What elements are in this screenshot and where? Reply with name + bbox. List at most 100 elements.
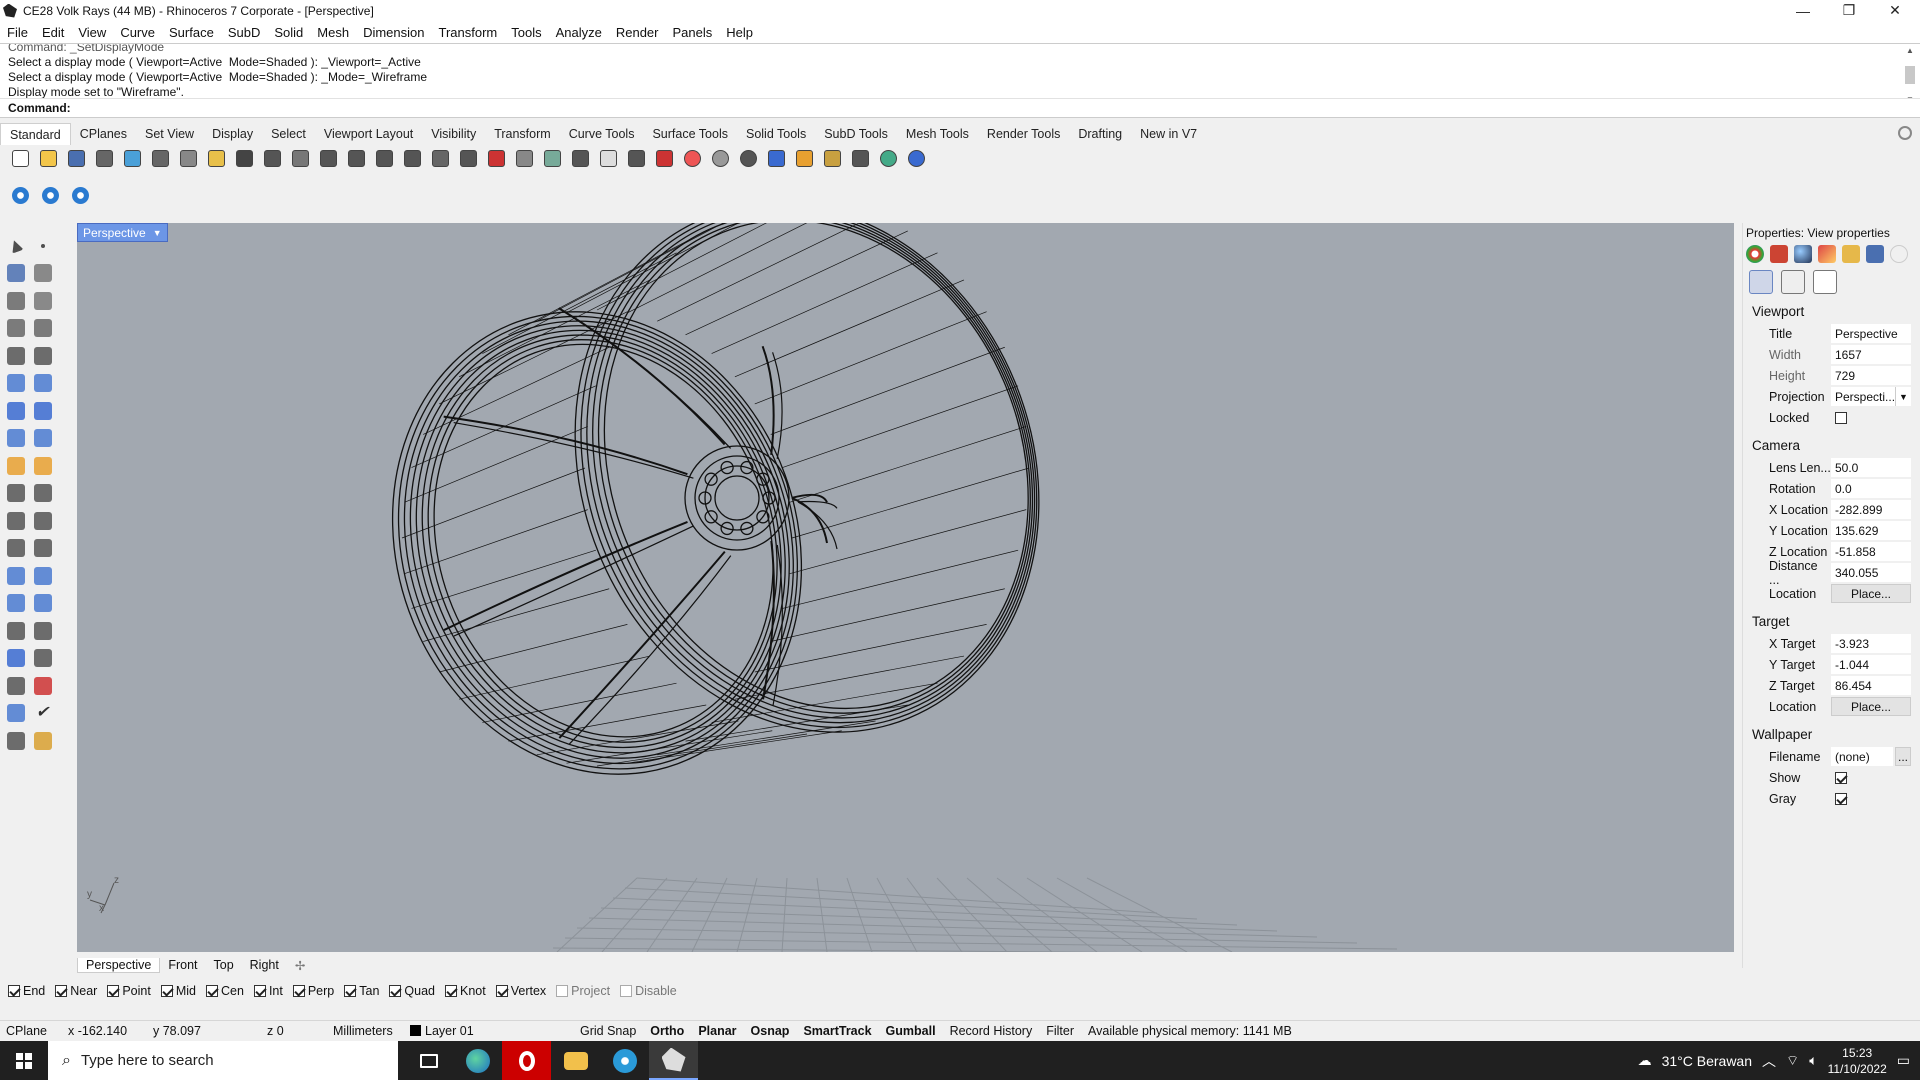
- block-icon[interactable]: [2, 617, 29, 645]
- tab-viewport-layout[interactable]: Viewport Layout: [315, 123, 422, 145]
- z-location-field[interactable]: -51.858: [1831, 542, 1911, 561]
- polyline-icon[interactable]: [2, 260, 29, 288]
- osnap-checkbox[interactable]: [344, 985, 357, 997]
- gumball-icon[interactable]: [29, 672, 56, 700]
- point-icon[interactable]: [29, 232, 56, 260]
- toggle-planar[interactable]: Planar: [698, 1024, 736, 1038]
- globe-icon[interactable]: [876, 146, 901, 170]
- object-properties-icon[interactable]: [1746, 245, 1764, 263]
- clock[interactable]: 15:23 11/10/2022: [1828, 1045, 1887, 1077]
- mesh-icon[interactable]: [2, 452, 29, 480]
- notification-icon[interactable]: ▭: [1897, 1052, 1910, 1069]
- light-icon[interactable]: [596, 146, 621, 170]
- camera-place-button[interactable]: Place...: [1831, 584, 1911, 603]
- target-place-button[interactable]: Place...: [1831, 697, 1911, 716]
- grid-array-icon[interactable]: [2, 672, 29, 700]
- menu-transform[interactable]: Transform: [431, 25, 504, 40]
- tab-set-view[interactable]: Set View: [136, 123, 203, 145]
- osnap-disable[interactable]: Disable: [620, 984, 677, 998]
- browser-icon[interactable]: [600, 1041, 649, 1080]
- units-label[interactable]: Millimeters: [333, 1024, 410, 1038]
- pan-icon[interactable]: [260, 146, 285, 170]
- ellipse-icon[interactable]: [29, 287, 56, 315]
- zoom-window-icon[interactable]: [344, 146, 369, 170]
- ruler-icon[interactable]: [29, 645, 56, 673]
- curve-icon[interactable]: [29, 260, 56, 288]
- bbox-icon[interactable]: [2, 645, 29, 673]
- color-wheel-icon[interactable]: [680, 146, 705, 170]
- group-icon[interactable]: [2, 507, 29, 535]
- x-target-field[interactable]: -3.923: [1831, 634, 1911, 653]
- circle-icon[interactable]: [2, 287, 29, 315]
- undo-icon[interactable]: [232, 146, 257, 170]
- osnap-point[interactable]: Point: [107, 984, 151, 998]
- menu-solid[interactable]: Solid: [267, 25, 310, 40]
- rotate-icon[interactable]: [29, 535, 56, 563]
- menu-help[interactable]: Help: [719, 25, 760, 40]
- save-icon[interactable]: [64, 146, 89, 170]
- scroll-thumb[interactable]: [1905, 66, 1915, 84]
- paint-icon[interactable]: [1781, 270, 1805, 294]
- osnap-tan[interactable]: Tan: [344, 984, 379, 998]
- menu-mesh[interactable]: Mesh: [310, 25, 356, 40]
- osnap-checkbox[interactable]: [389, 985, 402, 997]
- dimension-icon[interactable]: [29, 590, 56, 618]
- rotation-field[interactable]: 0.0: [1831, 479, 1911, 498]
- osnap-perp[interactable]: Perp: [292, 984, 334, 998]
- help-icon[interactable]: [904, 146, 929, 170]
- surface-edge-icon[interactable]: [29, 370, 56, 398]
- box-icon[interactable]: [2, 397, 29, 425]
- paste-icon[interactable]: [204, 146, 229, 170]
- solid-edit-icon[interactable]: [29, 425, 56, 453]
- osnap-int[interactable]: Int: [253, 984, 283, 998]
- gray-checkbox[interactable]: [1835, 792, 1847, 805]
- surface-icon[interactable]: [2, 370, 29, 398]
- viewport-tab-right[interactable]: Right: [242, 958, 287, 972]
- new-icon[interactable]: [8, 146, 33, 170]
- polygon-icon[interactable]: [2, 315, 29, 343]
- title-field[interactable]: Perspective: [1831, 324, 1911, 343]
- tab-subd-tools[interactable]: SubD Tools: [815, 123, 897, 145]
- lens-length-field[interactable]: 50.0: [1831, 458, 1911, 477]
- filename-field[interactable]: (none): [1831, 747, 1893, 766]
- rotate-view-icon[interactable]: [288, 146, 313, 170]
- subd-box-icon[interactable]: [8, 183, 33, 207]
- print-icon[interactable]: [92, 146, 117, 170]
- menu-surface[interactable]: Surface: [162, 25, 221, 40]
- camera-icon[interactable]: [1749, 270, 1773, 294]
- gear-icon[interactable]: [820, 146, 845, 170]
- undo-view-icon[interactable]: [428, 146, 453, 170]
- tab-visibility[interactable]: Visibility: [422, 123, 485, 145]
- properties-icon[interactable]: [512, 146, 537, 170]
- command-input[interactable]: [76, 100, 1920, 115]
- osnap-mid[interactable]: Mid: [160, 984, 196, 998]
- tab-cplanes[interactable]: CPlanes: [71, 123, 136, 145]
- command-history-scrollbar[interactable]: ▲ ▼: [1904, 46, 1916, 104]
- menu-analyze[interactable]: Analyze: [549, 25, 609, 40]
- tab-transform[interactable]: Transform: [485, 123, 560, 145]
- y-location-field[interactable]: 135.629: [1831, 521, 1911, 540]
- viewport-title-tab[interactable]: Perspective ▼: [77, 223, 168, 242]
- scale-icon[interactable]: [2, 562, 29, 590]
- osnap-checkbox[interactable]: [8, 985, 20, 997]
- material-icon[interactable]: [652, 146, 677, 170]
- zoom-selected-icon[interactable]: [400, 146, 425, 170]
- projection-dropdown-icon[interactable]: ▼: [1895, 387, 1911, 406]
- toggle-ortho[interactable]: Ortho: [650, 1024, 684, 1038]
- rendered-sphere-icon[interactable]: [736, 146, 761, 170]
- layout-icon[interactable]: [848, 146, 873, 170]
- viewport-tab-front[interactable]: Front: [160, 958, 205, 972]
- viewport-menu-arrow-icon[interactable]: ▼: [153, 228, 162, 238]
- import-icon[interactable]: [120, 146, 145, 170]
- add-viewport-tab-icon[interactable]: ✢: [287, 958, 313, 973]
- render-mesh-icon[interactable]: [2, 727, 29, 755]
- osnap-checkbox[interactable]: [160, 985, 173, 997]
- menu-tools[interactable]: Tools: [504, 25, 548, 40]
- viewport-tab-perspective[interactable]: Perspective: [77, 957, 161, 973]
- dim-icon[interactable]: [792, 146, 817, 170]
- network-icon[interactable]: ⌔: [1786, 1052, 1799, 1070]
- subd-sphere-icon[interactable]: [38, 183, 63, 207]
- render-icon[interactable]: [764, 146, 789, 170]
- toggle-gumball[interactable]: Gumball: [886, 1024, 936, 1038]
- split-icon[interactable]: [29, 480, 56, 508]
